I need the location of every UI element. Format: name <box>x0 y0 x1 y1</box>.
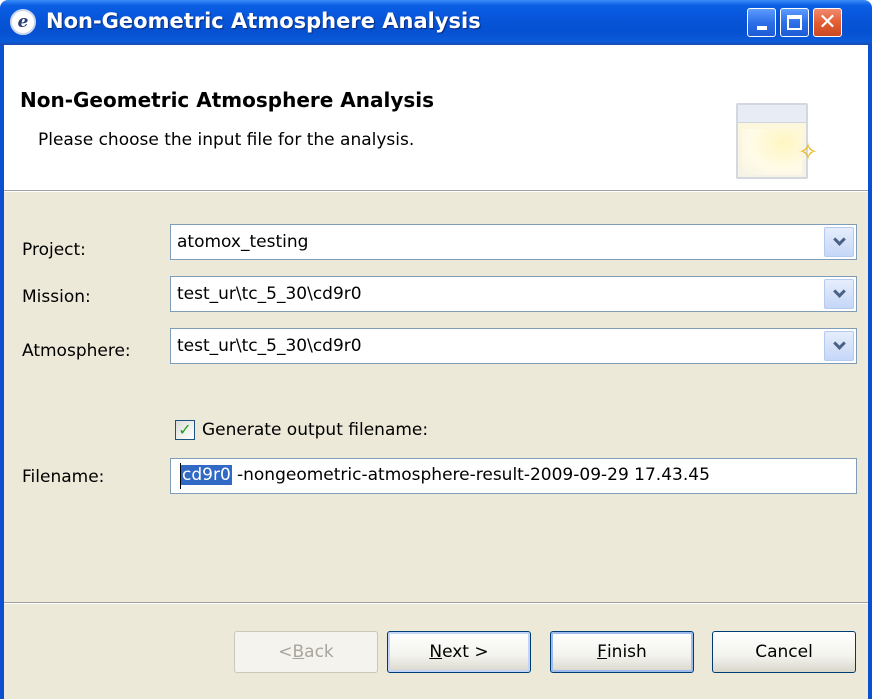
window-frame-right <box>868 45 872 699</box>
project-value: atomox_testing <box>177 232 309 252</box>
project-label: Project: <box>22 240 86 260</box>
atmosphere-value: test_ur\tc_5_30\cd9r0 <box>177 336 362 356</box>
filename-selected-text: cd9r0 <box>181 465 232 485</box>
app-icon: e <box>10 9 36 35</box>
filename-label: Filename: <box>22 467 105 487</box>
page-title: Non-Geometric Atmosphere Analysis <box>20 88 435 112</box>
checkmark-icon: ✓ <box>178 420 192 439</box>
back-button[interactable]: < Back <box>234 631 378 673</box>
back-button-prefix: < <box>278 642 293 662</box>
mission-combo[interactable]: test_ur\tc_5_30\cd9r0 <box>170 276 857 312</box>
back-button-label: ack <box>304 642 334 662</box>
button-bar-divider <box>4 602 868 604</box>
back-button-mnemonic: B <box>292 642 305 662</box>
finish-button-label: inish <box>606 642 647 662</box>
wizard-header: Non-Geometric Atmosphere Analysis Please… <box>4 45 868 190</box>
sparkle-icon: ✧ <box>798 138 819 166</box>
close-button[interactable]: ✕ <box>813 8 842 37</box>
finish-button-mnemonic: F <box>597 642 607 662</box>
wizard-body <box>4 192 868 699</box>
window-title: Non-Geometric Atmosphere Analysis <box>46 9 481 33</box>
minimize-button[interactable] <box>747 8 776 37</box>
chevron-down-icon <box>832 233 846 246</box>
filename-remaining-text: -nongeometric-atmosphere-result-2009-09-… <box>237 465 710 485</box>
next-button-mnemonic: N <box>429 642 443 662</box>
close-icon: ✕ <box>818 9 837 35</box>
atmosphere-label: Atmosphere: <box>22 341 131 361</box>
app-icon-glyph: e <box>17 12 29 32</box>
mission-label: Mission: <box>22 287 91 307</box>
maximize-icon <box>787 15 802 30</box>
filename-input[interactable]: cd9r0 -nongeometric-atmosphere-result-20… <box>170 458 857 494</box>
page-description: Please choose the input file for the ana… <box>38 130 415 150</box>
mission-dropdown-button[interactable] <box>824 279 854 309</box>
chevron-down-icon <box>832 337 846 350</box>
generate-output-checkbox[interactable]: ✓ <box>175 420 195 440</box>
cancel-button[interactable]: Cancel <box>712 631 856 673</box>
cancel-button-label: Cancel <box>755 642 813 662</box>
next-button[interactable]: Next > <box>387 631 531 673</box>
project-combo[interactable]: atomox_testing <box>170 224 857 260</box>
maximize-button[interactable] <box>780 8 809 37</box>
chevron-down-icon <box>832 285 846 298</box>
generate-output-label[interactable]: Generate output filename: <box>202 420 428 440</box>
title-bar[interactable]: e Non-Geometric Atmosphere Analysis ✕ <box>0 0 872 45</box>
next-button-label: ext > <box>442 642 489 662</box>
finish-button[interactable]: Finish <box>550 631 694 673</box>
project-dropdown-button[interactable] <box>824 227 854 257</box>
atmosphere-dropdown-button[interactable] <box>824 331 854 361</box>
minimize-icon <box>756 25 767 30</box>
atmosphere-combo[interactable]: test_ur\tc_5_30\cd9r0 <box>170 328 857 364</box>
mission-value: test_ur\tc_5_30\cd9r0 <box>177 284 362 304</box>
